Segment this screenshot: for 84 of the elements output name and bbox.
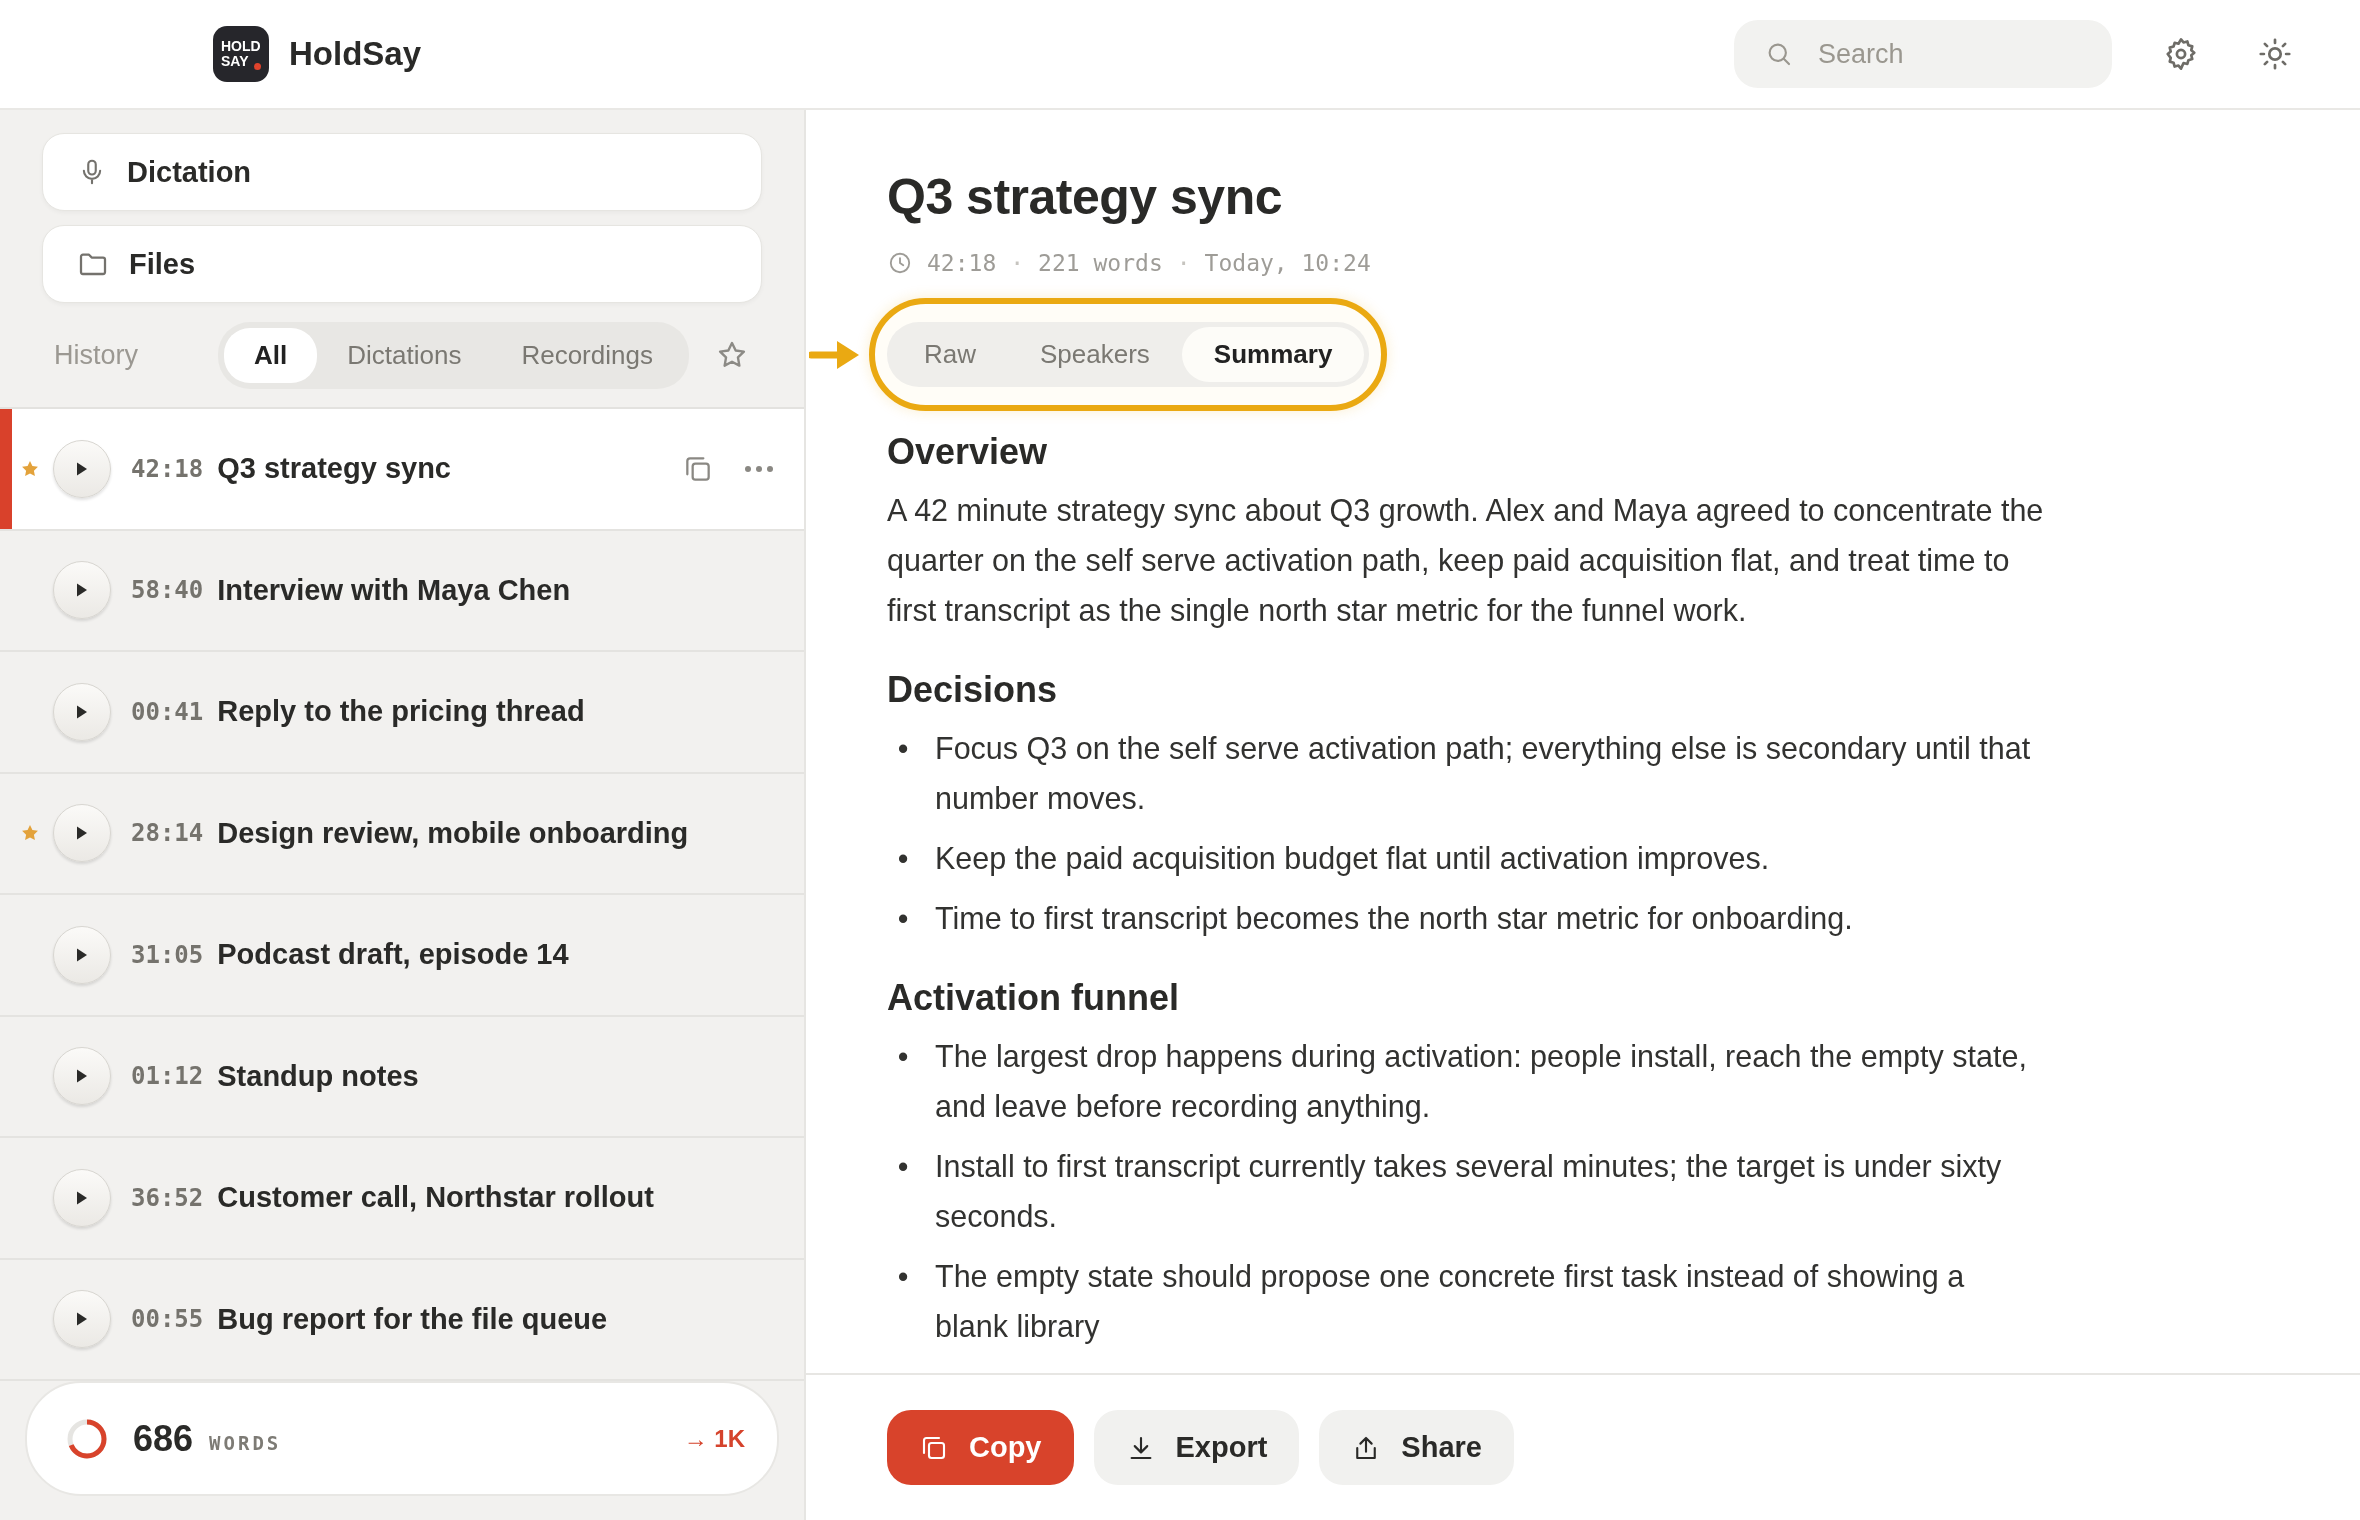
recording-row[interactable]: 28:14 Design review, mobile onboarding xyxy=(0,773,804,895)
logo-text: SAY xyxy=(221,54,249,69)
filter-tab[interactable]: Recordings xyxy=(491,327,683,383)
bullet-item: Focus Q3 on the self serve activation path; everything else is secondary until that number moves. xyxy=(935,730,2032,817)
play-button[interactable] xyxy=(53,925,111,984)
bullet-marker: • xyxy=(896,1148,910,1185)
recording-row[interactable]: 00:41 Reply to the pricing thread xyxy=(0,652,804,774)
section-heading: Activation funnel xyxy=(887,977,1180,1019)
recording-title: Podcast draft, episode 14 xyxy=(217,938,569,972)
separator-dot: · xyxy=(1010,250,1025,276)
clock-icon xyxy=(887,250,913,276)
copy-action-button[interactable]: Copy xyxy=(887,1410,1074,1485)
recording-title: Q3 strategy sync xyxy=(217,452,451,486)
filter-tab[interactable]: Dictations xyxy=(317,327,492,383)
duration: 28:14 xyxy=(131,819,204,848)
more-button[interactable] xyxy=(744,464,774,473)
bullet-item: Install to first transcript currently takes several minutes; the target is under sixty seconds. xyxy=(935,1148,2003,1235)
export-action-button[interactable]: Export xyxy=(1093,1410,1300,1485)
play-icon xyxy=(75,460,89,477)
nav-button[interactable]: Files xyxy=(42,225,762,303)
bullet-item: The largest drop happens during activation: people install, reach the empty state, and leave before recording anything. xyxy=(935,1038,2028,1126)
duration: 00:55 xyxy=(131,1305,204,1334)
play-icon xyxy=(75,1189,89,1206)
paragraph: A 42 minute strategy sync about Q3 growth. Alex and Maya agreed to concentrate the quarter on the self serve activation path, keep paid acquisition flat, and treat time to first transcript as the single north star metric for the funnel work. xyxy=(887,492,2045,630)
play-button[interactable] xyxy=(53,439,111,498)
word-unit: WORDS xyxy=(209,1431,282,1454)
word-count: 686 xyxy=(133,1417,194,1460)
separator-dot: · xyxy=(1176,250,1191,276)
section-heading: Overview xyxy=(887,431,1049,473)
more-icon xyxy=(744,464,774,473)
play-button[interactable] xyxy=(53,804,111,863)
bullet-item: Time to first transcript becomes the north star metric for onboarding. xyxy=(935,900,1853,938)
recording-row[interactable]: 58:40 Interview with Maya Chen xyxy=(0,530,804,652)
recording-row[interactable]: 01:12 Standup notes xyxy=(0,1016,804,1138)
document-title: Q3 strategy sync xyxy=(887,168,1283,226)
play-icon xyxy=(75,1311,89,1328)
play-icon xyxy=(75,703,89,720)
duration: 01:12 xyxy=(131,1062,204,1091)
recording-title: Standup notes xyxy=(217,1059,419,1093)
duration: 58:40 xyxy=(131,576,204,605)
play-button[interactable] xyxy=(53,1168,111,1227)
duration: 31:05 xyxy=(131,940,204,969)
logo-text: HOLD xyxy=(221,39,261,54)
search-field[interactable]: Search xyxy=(1734,20,2112,88)
bullet-marker: • xyxy=(896,730,910,767)
share-action-button[interactable]: Share xyxy=(1319,1410,1514,1485)
nav-button[interactable]: Dictation xyxy=(42,133,762,211)
play-icon xyxy=(75,946,89,963)
play-button[interactable] xyxy=(53,1047,111,1106)
history-label: History xyxy=(54,339,139,371)
duration: 36:52 xyxy=(131,1183,204,1212)
recording-row[interactable]: 42:18 Q3 strategy sync xyxy=(0,409,804,531)
recording-row[interactable]: 36:52 Customer call, Northstar rollout xyxy=(0,1138,804,1260)
duration: 42:18 xyxy=(131,454,204,483)
view-tab[interactable]: Speakers xyxy=(1008,327,1182,382)
play-icon xyxy=(75,825,89,842)
recording-title: Reply to the pricing thread xyxy=(217,695,585,729)
recording-dot xyxy=(254,63,261,70)
filter-tab[interactable]: All xyxy=(224,327,318,383)
duration: 00:41 xyxy=(131,697,204,726)
recording-row[interactable]: 31:05 Podcast draft, episode 14 xyxy=(0,895,804,1017)
bullet-marker: • xyxy=(896,1038,910,1075)
play-icon xyxy=(75,582,89,599)
recording-title: Design review, mobile onboarding xyxy=(217,816,689,850)
meta-text: 42:18 xyxy=(927,250,997,276)
recording-title: Customer call, Northstar rollout xyxy=(217,1181,654,1215)
bullet-marker: • xyxy=(896,900,910,937)
word-goal: → 1K xyxy=(683,1424,745,1453)
app-name: HoldSay xyxy=(289,35,422,73)
bullet-item: The empty state should propose one concrete first task instead of showing a blank library xyxy=(935,1258,1966,1346)
view-tab[interactable]: Summary xyxy=(1181,327,1365,382)
play-button[interactable] xyxy=(53,1290,111,1349)
recording-title: Bug report for the file queue xyxy=(217,1302,608,1336)
meta-text: 221 words xyxy=(1038,250,1163,276)
view-tab[interactable]: Raw xyxy=(892,327,1008,382)
bullet-marker: • xyxy=(896,1258,910,1295)
bullet-item: Keep the paid acquisition budget flat until activation improves. xyxy=(935,840,1770,878)
section-heading: Decisions xyxy=(887,669,1059,711)
meta-text: Today, 10:24 xyxy=(1204,250,1371,276)
play-icon xyxy=(75,1068,89,1085)
bullet-marker: • xyxy=(896,840,910,877)
play-button[interactable] xyxy=(53,682,111,741)
recording-title: Interview with Maya Chen xyxy=(217,573,571,607)
play-button[interactable] xyxy=(53,561,111,620)
